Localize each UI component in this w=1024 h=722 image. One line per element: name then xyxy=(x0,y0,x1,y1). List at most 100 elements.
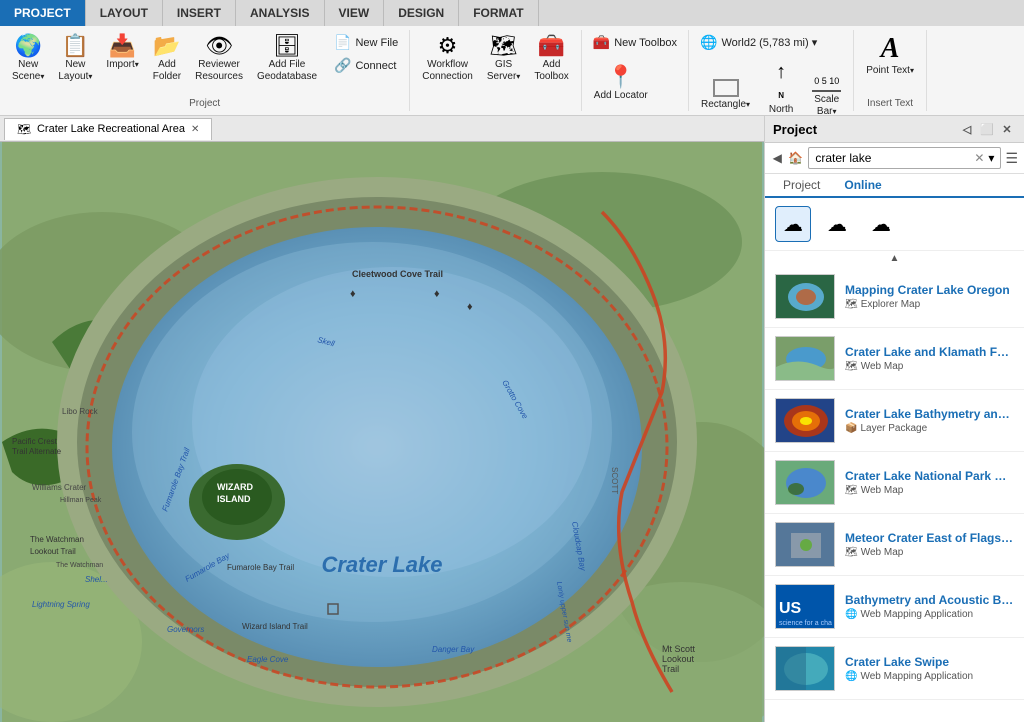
panel-menu-button[interactable]: ☰ xyxy=(1005,147,1018,169)
result-type-1: 🗺 Explorer Map xyxy=(845,299,1014,310)
import-button[interactable]: 📥 Import▾ xyxy=(100,32,144,74)
result-title-6: Bathymetry and Acoustic Bac... xyxy=(845,593,1014,607)
panel-close-button[interactable]: ✕ xyxy=(998,120,1016,138)
point-text-button[interactable]: A Point Text▾ xyxy=(860,32,920,80)
svg-text:WIZARD: WIZARD xyxy=(217,482,253,492)
panel-restore-button[interactable]: ⬜ xyxy=(978,120,996,138)
new-layout-button[interactable]: 📋 NewLayout▾ xyxy=(52,32,98,86)
result-item-4[interactable]: Crater Lake National Park Plai... 🗺 Web … xyxy=(765,452,1024,514)
add-locator-button[interactable]: 📍 Add Locator xyxy=(588,63,654,105)
nav-home-button[interactable]: 🏠 xyxy=(787,147,804,169)
result-item-3[interactable]: Crater Lake Bathymetry and w... 📦 Layer … xyxy=(765,390,1024,452)
filter-org-icon[interactable]: ☁ xyxy=(863,206,899,242)
search-down-icon: ▾ xyxy=(988,151,994,165)
result-type-2: 🗺 Web Map xyxy=(845,361,1014,372)
result-title-2: Crater Lake and Klamath Falls... xyxy=(845,345,1014,359)
world2-button[interactable]: 🌐 World2 (5,783 mi) ▾ xyxy=(695,32,822,53)
new-toolbox-button[interactable]: 🧰 New Toolbox xyxy=(588,32,682,53)
tab-project[interactable]: PROJECT xyxy=(0,0,86,26)
reviewer-resources-button[interactable]: 👁 ReviewerResources xyxy=(189,32,249,86)
tab-online[interactable]: Online xyxy=(832,174,893,198)
add-locator-icon: 📍 xyxy=(607,66,634,88)
gis-server-button[interactable]: 🗺 GISServer▾ xyxy=(481,32,526,86)
result-list: Mapping Crater Lake Oregon 🗺 Explorer Ma… xyxy=(765,266,1024,722)
result-thumb-4 xyxy=(775,460,835,505)
svg-text:Danger Bay: Danger Bay xyxy=(432,645,475,654)
tab-view[interactable]: VIEW xyxy=(325,0,385,26)
result-type-7: 🌐 Web Mapping Application xyxy=(845,671,1014,682)
map-canvas[interactable]: WIZARD ISLAND Fumarole Bay Fumarole Bay … xyxy=(0,142,764,722)
svg-text:Fumarole Bay Trail: Fumarole Bay Trail xyxy=(227,563,294,572)
svg-text:Wizard Island Trail: Wizard Island Trail xyxy=(242,622,308,631)
panel-pin-button[interactable]: ◁ xyxy=(958,120,976,138)
result-title-1: Mapping Crater Lake Oregon xyxy=(845,283,1014,297)
search-input[interactable] xyxy=(815,151,970,165)
reviewer-resources-icon: 👁 xyxy=(205,35,233,57)
result-info-2: Crater Lake and Klamath Falls... 🗺 Web M… xyxy=(845,345,1014,372)
result-title-7: Crater Lake Swipe xyxy=(845,655,1014,669)
workflow-connection-button[interactable]: ⚙ WorkflowConnection xyxy=(416,32,479,86)
tab-analysis[interactable]: ANALYSIS xyxy=(236,0,325,26)
result-type-icon-6: 🌐 xyxy=(845,609,857,620)
add-file-geodatabase-icon: 🗄 xyxy=(273,35,301,57)
add-toolbox-button[interactable]: 🧰 AddToolbox xyxy=(528,32,574,86)
tab-insert[interactable]: INSERT xyxy=(163,0,236,26)
project-group-label: Project xyxy=(189,96,220,109)
svg-text:Lookout Trail: Lookout Trail xyxy=(30,547,76,556)
map-tab-crater-lake[interactable]: 🗺 Crater Lake Recreational Area ✕ xyxy=(4,118,212,140)
result-item-2[interactable]: Crater Lake and Klamath Falls... 🗺 Web M… xyxy=(765,328,1024,390)
map-container: 🗺 Crater Lake Recreational Area ✕ xyxy=(0,116,764,722)
ribbon: 🌍 NewScene▾ 📋 NewLayout▾ 📥 Import▾ 📂 Add… xyxy=(0,26,1024,116)
point-text-icon: A xyxy=(881,35,900,63)
svg-text:Lightning Spring: Lightning Spring xyxy=(32,600,90,609)
result-item-7[interactable]: Crater Lake Swipe 🌐 Web Mapping Applicat… xyxy=(765,638,1024,700)
panel-title: Project xyxy=(773,122,817,137)
panel-tabs: Project Online xyxy=(765,174,1024,198)
new-scene-icon: 🌍 xyxy=(14,35,41,57)
add-file-geodatabase-button[interactable]: 🗄 Add FileGeodatabase xyxy=(251,32,323,86)
new-scene-button[interactable]: 🌍 NewScene▾ xyxy=(6,32,50,86)
add-folder-button[interactable]: 📂 AddFolder xyxy=(147,32,187,86)
result-item-5[interactable]: Meteor Crater East of Flagstaf... 🗺 Web … xyxy=(765,514,1024,576)
search-box[interactable]: ✕ ▾ xyxy=(808,147,1001,169)
tab-format[interactable]: FORMAT xyxy=(459,0,538,26)
project-panel: Project ◁ ⬜ ✕ ◀ 🏠 ✕ ▾ ☰ Project Online xyxy=(764,116,1024,722)
world2-icon: 🌐 xyxy=(700,34,717,51)
ribbon-group-new-toolbox: 🧰 New Toolbox 📍 Add Locator xyxy=(582,30,689,111)
connect-button[interactable]: 🔗 Connect xyxy=(329,55,403,76)
tab-design[interactable]: DESIGN xyxy=(384,0,459,26)
result-type-icon-1: 🗺 xyxy=(845,299,858,310)
svg-text:Shel...: Shel... xyxy=(85,575,108,584)
panel-header: Project ◁ ⬜ ✕ xyxy=(765,116,1024,143)
svg-text:Eagle Cove: Eagle Cove xyxy=(247,655,289,664)
svg-text:science for a cha: science for a cha xyxy=(779,620,832,627)
nav-back-button[interactable]: ◀ xyxy=(771,147,783,169)
map-tab-title: Crater Lake Recreational Area xyxy=(37,123,185,135)
new-file-button[interactable]: 📄 New File xyxy=(329,32,403,53)
result-info-5: Meteor Crater East of Flagstaf... 🗺 Web … xyxy=(845,531,1014,558)
result-thumb-7 xyxy=(775,646,835,691)
search-clear-button[interactable]: ✕ xyxy=(974,151,984,165)
result-type-6: 🌐 Web Mapping Application xyxy=(845,609,1014,620)
svg-text:Williams Crater: Williams Crater xyxy=(32,483,87,492)
tab-project-panel[interactable]: Project xyxy=(771,174,832,196)
new-file-icon: 📄 xyxy=(334,34,351,51)
map-tab-close[interactable]: ✕ xyxy=(191,124,199,135)
filter-group-icon[interactable]: ☁ xyxy=(819,206,855,242)
svg-text:Pacific Crest: Pacific Crest xyxy=(12,437,58,446)
map-tab-bar: 🗺 Crater Lake Recreational Area ✕ xyxy=(0,116,764,142)
svg-text:♦: ♦ xyxy=(434,288,440,300)
result-item-6[interactable]: US science for a cha Bathymetry and Acou… xyxy=(765,576,1024,638)
result-title-4: Crater Lake National Park Plai... xyxy=(845,469,1014,483)
collapse-arrow[interactable]: ▲ xyxy=(765,251,1024,266)
result-item-1[interactable]: Mapping Crater Lake Oregon 🗺 Explorer Ma… xyxy=(765,266,1024,328)
tab-layout[interactable]: LAYOUT xyxy=(86,0,163,26)
svg-text:Hillman Peak: Hillman Peak xyxy=(60,497,102,504)
svg-text:♦: ♦ xyxy=(467,301,473,313)
result-thumb-2 xyxy=(775,336,835,381)
ribbon-tabs: PROJECT LAYOUT INSERT ANALYSIS VIEW DESI… xyxy=(0,0,1024,26)
result-thumb-5 xyxy=(775,522,835,567)
result-info-4: Crater Lake National Park Plai... 🗺 Web … xyxy=(845,469,1014,496)
filter-cloud-icon[interactable]: ☁ xyxy=(775,206,811,242)
new-toolbox-icon: 🧰 xyxy=(593,34,610,51)
